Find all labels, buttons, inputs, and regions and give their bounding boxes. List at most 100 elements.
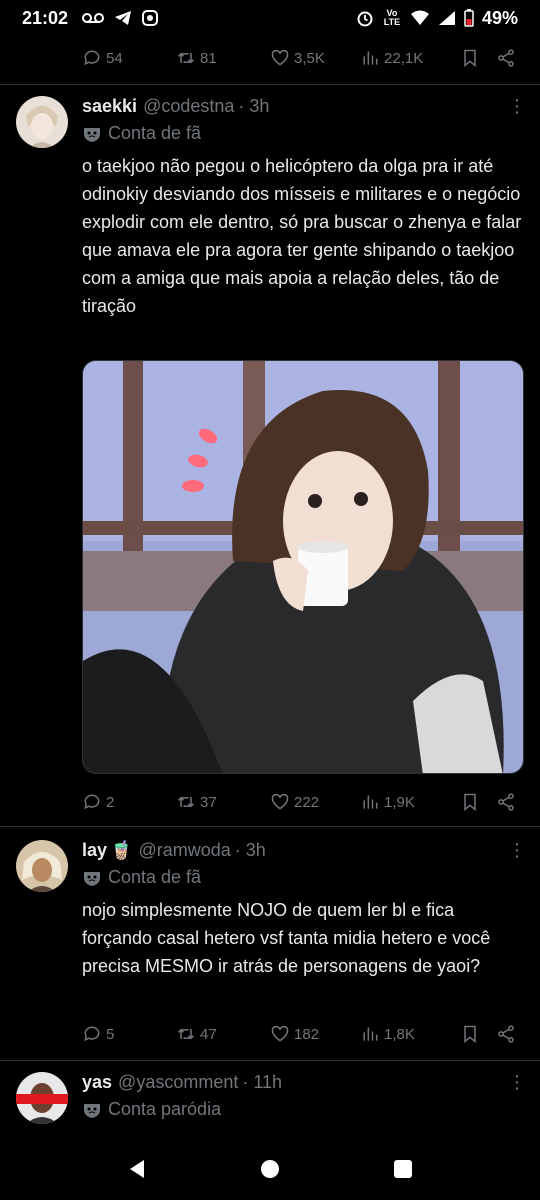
parody-account-label: Conta paródia bbox=[82, 1099, 524, 1120]
home-icon bbox=[260, 1160, 279, 1178]
like-count: 222 bbox=[294, 793, 320, 811]
display-name[interactable]: lay bbox=[82, 840, 107, 861]
user-handle[interactable]: @codestna bbox=[143, 96, 234, 117]
recents-icon bbox=[394, 1160, 413, 1178]
share-button[interactable] bbox=[496, 1024, 516, 1044]
bookmark-icon bbox=[464, 1025, 476, 1044]
telegram-icon bbox=[115, 11, 132, 25]
avatar[interactable] bbox=[16, 1072, 68, 1124]
like-count: 182 bbox=[294, 1025, 320, 1043]
reply-count: 5 bbox=[106, 1025, 115, 1043]
heart-icon bbox=[271, 793, 289, 810]
share-button[interactable] bbox=[496, 48, 516, 68]
network-label: Vo LTE bbox=[383, 8, 401, 27]
avatar[interactable] bbox=[16, 96, 68, 148]
retweet-count: 37 bbox=[200, 793, 217, 811]
back-button[interactable] bbox=[123, 1155, 151, 1183]
heart-icon bbox=[271, 1025, 289, 1042]
like-count: 3,5K bbox=[294, 49, 325, 67]
views-icon bbox=[363, 795, 378, 809]
bookmark-button[interactable] bbox=[460, 1024, 496, 1044]
voicemail-icon bbox=[82, 13, 105, 23]
reply-button[interactable]: 5 bbox=[82, 1024, 176, 1044]
status-bar: 21:02 Vo LTE 49% bbox=[0, 0, 540, 36]
bubble-tea-emoji: 🧋 bbox=[110, 840, 133, 860]
user-handle[interactable]: @ramwoda bbox=[138, 840, 230, 861]
reply-icon bbox=[84, 794, 100, 810]
battery-percent: 49% bbox=[481, 7, 518, 28]
tweet-time[interactable]: · 11h bbox=[242, 1072, 282, 1093]
more-options-icon[interactable]: ⋮ bbox=[508, 96, 526, 117]
back-icon bbox=[129, 1160, 144, 1178]
more-options-icon[interactable]: ⋮ bbox=[508, 840, 526, 861]
bookmark-icon bbox=[464, 793, 476, 812]
views-icon bbox=[363, 51, 378, 65]
divider bbox=[0, 826, 540, 827]
share-icon bbox=[498, 793, 514, 811]
mask-icon bbox=[84, 1103, 100, 1118]
views-count: 1,8K bbox=[384, 1025, 415, 1043]
user-handle[interactable]: @yascomment bbox=[118, 1072, 238, 1093]
tweet-actions: 2 37 222 1,9K bbox=[82, 780, 524, 824]
fan-account-label: Conta de fã bbox=[82, 867, 524, 888]
fan-account-label: Conta de fã bbox=[82, 123, 524, 144]
badge-label: Conta paródia bbox=[108, 1099, 222, 1119]
views-count: 1,9K bbox=[384, 793, 415, 811]
tweet-text: o taekjoo não pegou o helicóptero da olg… bbox=[82, 156, 522, 316]
alarm-icon bbox=[357, 11, 373, 27]
share-icon bbox=[498, 1025, 514, 1043]
views-button[interactable]: 1,8K bbox=[360, 1024, 460, 1044]
tweet-time[interactable]: · 3h bbox=[235, 840, 266, 861]
reply-button[interactable]: 2 bbox=[82, 792, 176, 812]
share-icon bbox=[498, 49, 514, 67]
tweet-saekki[interactable]: saekki @codestna · 3h Conta de fã o taek… bbox=[0, 96, 540, 826]
mask-icon bbox=[84, 127, 100, 142]
like-button[interactable]: 222 bbox=[270, 792, 360, 812]
like-button[interactable]: 3,5K bbox=[270, 48, 360, 68]
reply-icon bbox=[84, 1026, 100, 1042]
previous-tweet-actions: 54 81 3,5K 22,1K bbox=[82, 36, 524, 80]
badge-label: Conta de fã bbox=[108, 867, 202, 887]
reply-count: 2 bbox=[106, 793, 115, 811]
divider bbox=[0, 84, 540, 85]
retweet-button[interactable]: 47 bbox=[176, 1024, 270, 1044]
recents-button[interactable] bbox=[389, 1155, 417, 1183]
retweet-icon bbox=[177, 796, 195, 808]
bookmark-button[interactable] bbox=[460, 48, 496, 68]
more-options-icon[interactable]: ⋮ bbox=[508, 1072, 526, 1093]
bookmark-button[interactable] bbox=[460, 792, 496, 812]
share-button[interactable] bbox=[496, 792, 516, 812]
retweet-count: 47 bbox=[200, 1025, 217, 1043]
bookmark-icon bbox=[464, 49, 476, 68]
status-time: 21:02 bbox=[22, 7, 69, 28]
display-name[interactable]: yas bbox=[82, 1072, 112, 1093]
views-button[interactable]: 22,1K bbox=[360, 48, 460, 68]
system-navigation-bar bbox=[0, 1138, 540, 1200]
like-button[interactable]: 182 bbox=[270, 1024, 360, 1044]
app-notification-icon bbox=[142, 10, 159, 26]
reply-icon bbox=[84, 50, 100, 66]
views-count: 22,1K bbox=[384, 49, 424, 67]
reply-button[interactable]: 54 bbox=[82, 48, 176, 68]
retweet-count: 81 bbox=[200, 49, 217, 67]
tweet-actions: 5 47 182 1,8K bbox=[82, 1012, 524, 1056]
divider bbox=[0, 1060, 540, 1061]
display-name[interactable]: saekki bbox=[82, 96, 137, 117]
mask-icon bbox=[84, 871, 100, 886]
avatar[interactable] bbox=[16, 840, 68, 892]
views-icon bbox=[363, 1027, 378, 1041]
reply-count: 54 bbox=[106, 49, 123, 67]
home-button[interactable] bbox=[256, 1155, 284, 1183]
tweet-image[interactable] bbox=[82, 360, 524, 774]
retweet-button[interactable]: 81 bbox=[176, 48, 270, 68]
badge-label: Conta de fã bbox=[108, 123, 202, 143]
battery-icon bbox=[464, 9, 474, 27]
retweet-button[interactable]: 37 bbox=[176, 792, 270, 812]
views-button[interactable]: 1,9K bbox=[360, 792, 460, 812]
tweet-yas[interactable]: yas @yascomment · 11h Conta paródia ⋮ bbox=[0, 1072, 540, 1138]
heart-icon bbox=[271, 49, 289, 66]
signal-icon bbox=[438, 11, 455, 25]
tweet-time[interactable]: · 3h bbox=[238, 96, 269, 117]
tweet-text: nojo simplesmente NOJO de quem ler bl e … bbox=[82, 900, 491, 976]
tweet-lay[interactable]: lay 🧋 @ramwoda · 3h Conta de fã nojo sim… bbox=[0, 840, 540, 1058]
